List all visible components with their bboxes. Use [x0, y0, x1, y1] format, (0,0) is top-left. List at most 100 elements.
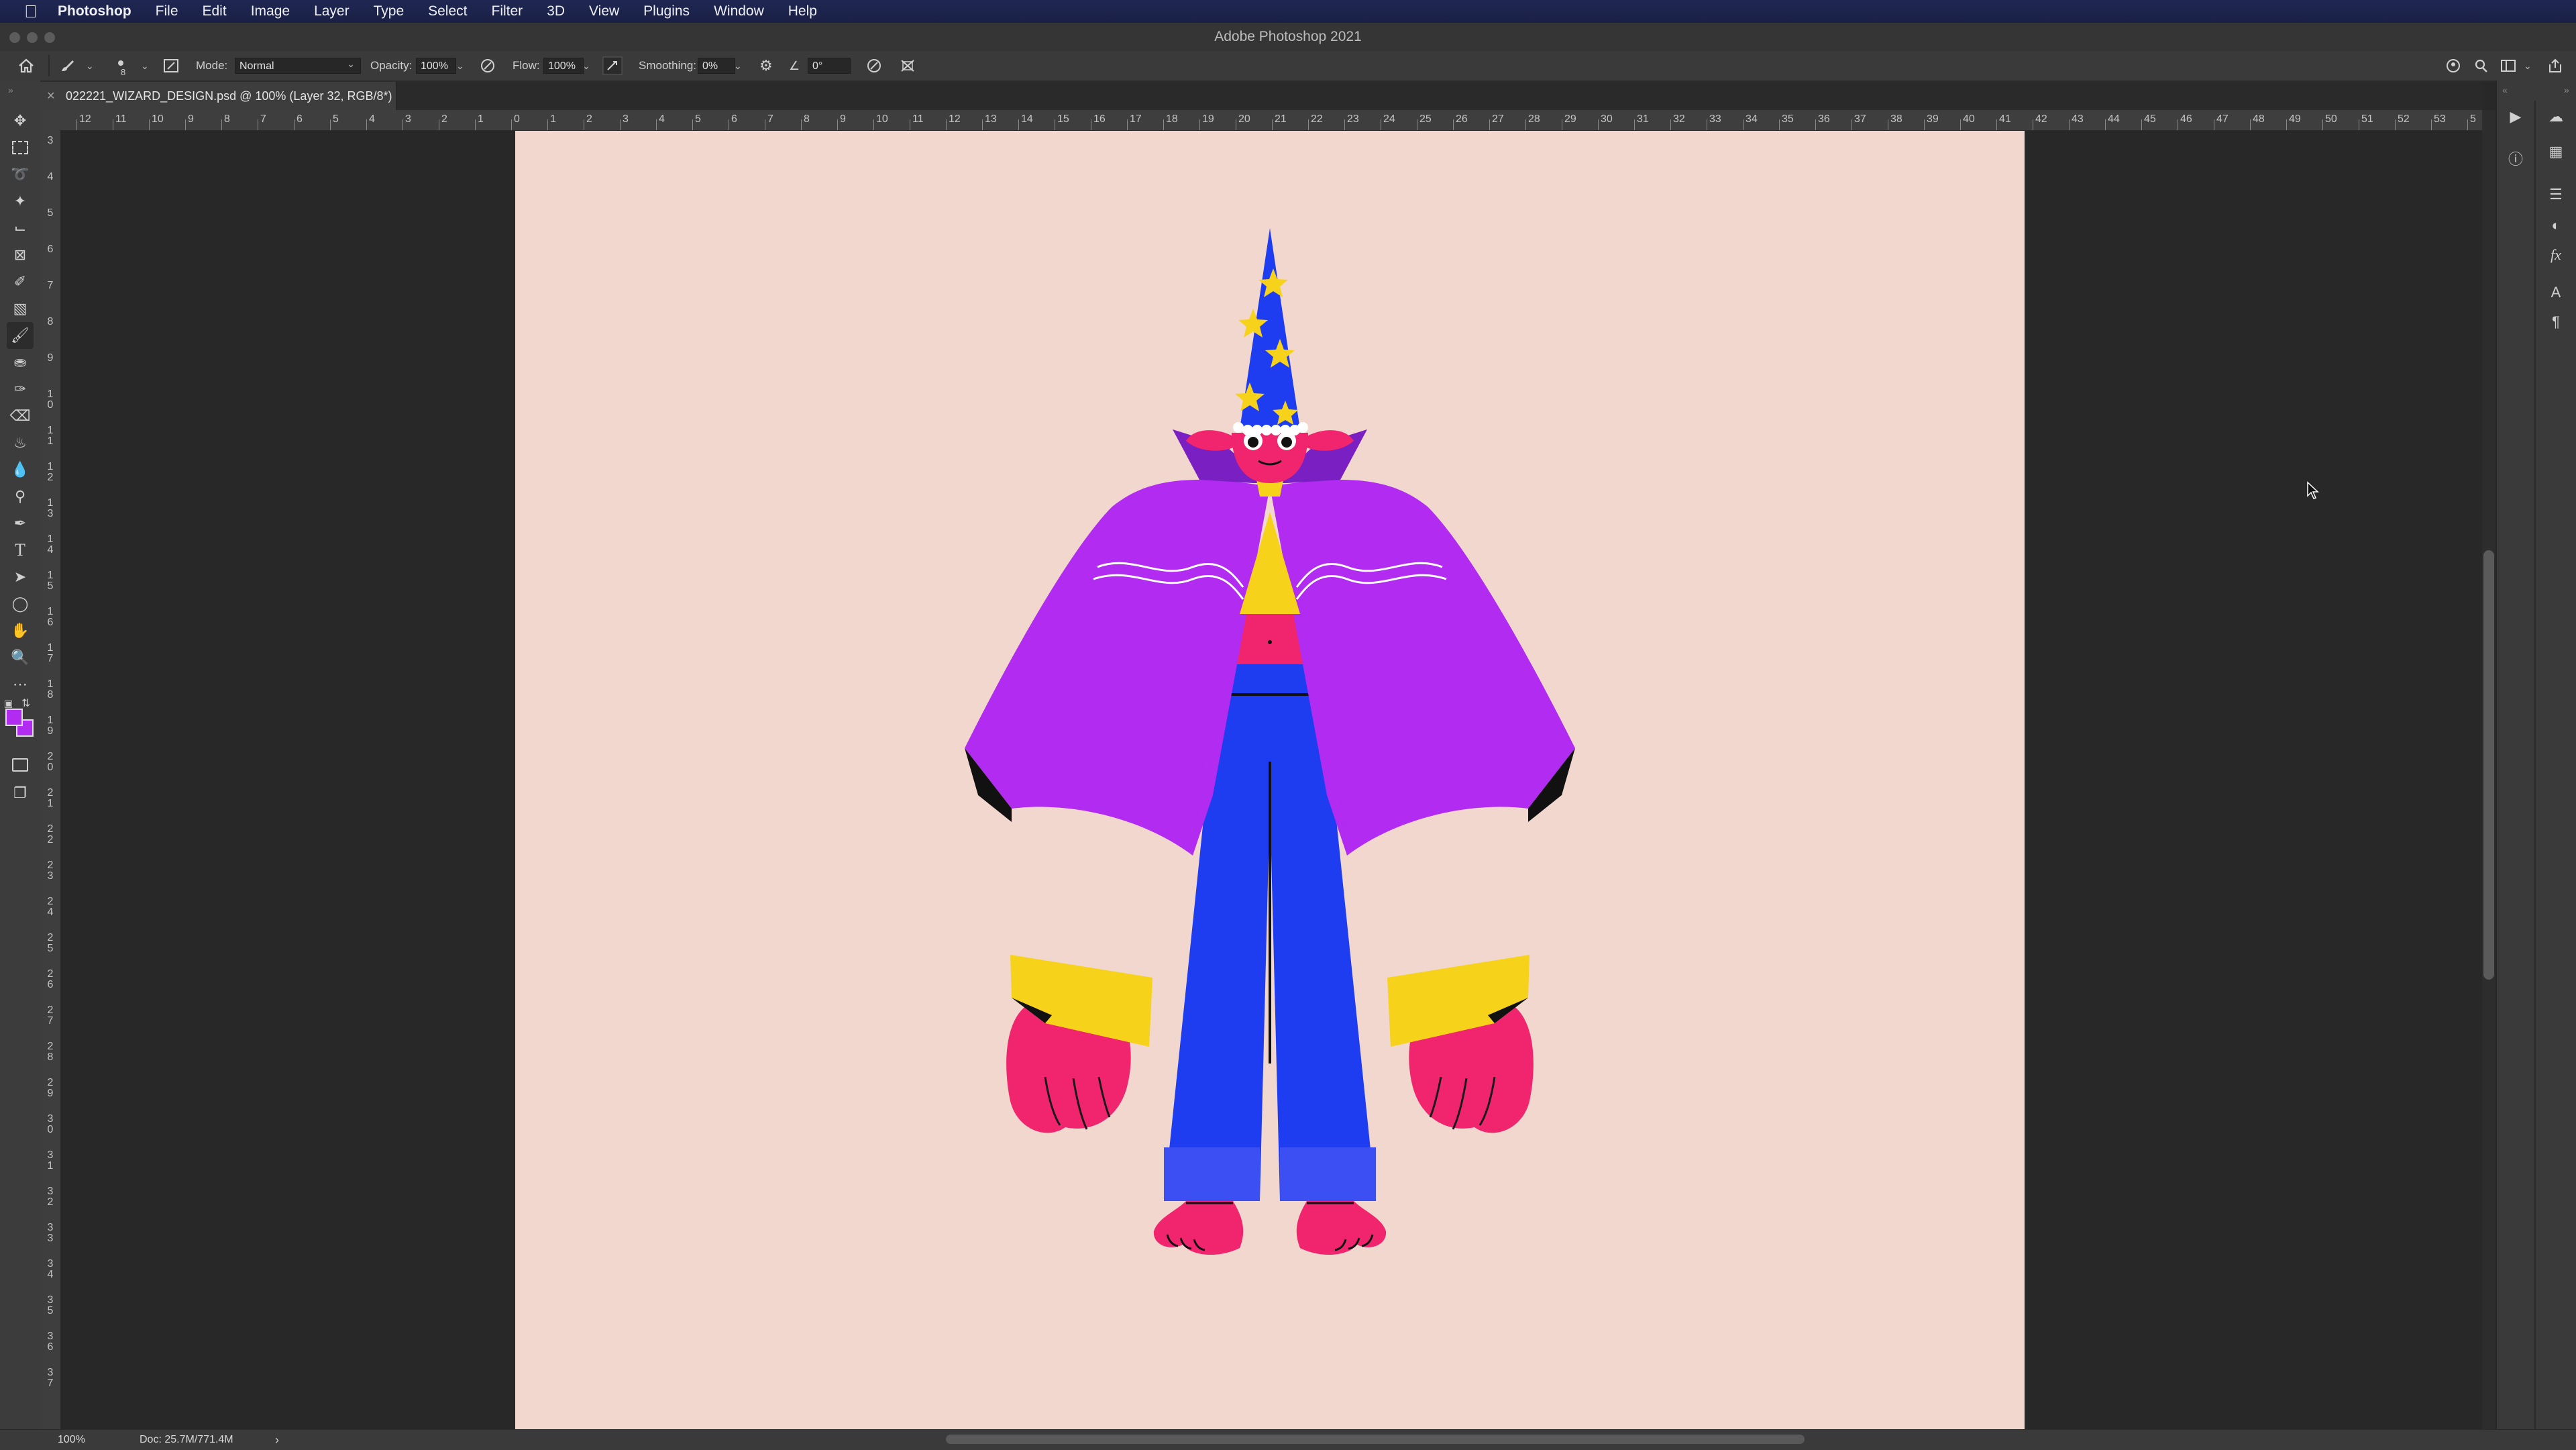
opacity-input[interactable]: 100%	[416, 58, 456, 74]
crop-icon[interactable]: ⌙	[7, 215, 34, 242]
apple-icon[interactable]: 	[17, 0, 44, 23]
move-icon[interactable]: ✥	[7, 107, 34, 134]
menu-edit[interactable]: Edit	[203, 3, 227, 19]
mode-select[interactable]: Normal ⌄	[235, 58, 361, 74]
brush-preset-icon[interactable]	[59, 58, 76, 74]
character-icon[interactable]: A	[2542, 279, 2569, 306]
info-icon[interactable]: ⓘ	[2502, 145, 2529, 172]
search-icon[interactable]	[2473, 58, 2490, 74]
gear-icon[interactable]: ⚙	[759, 51, 773, 81]
foreground-color-swatch[interactable]	[5, 709, 23, 726]
pressure-size-icon[interactable]	[865, 58, 883, 74]
magic-wand-icon[interactable]: ✦	[7, 188, 34, 215]
collapse-panel-icon[interactable]: »	[8, 85, 13, 95]
history-brush-icon[interactable]: ✑	[7, 376, 34, 403]
minimize-window-button[interactable]	[27, 32, 38, 43]
ruler-label: 18	[1166, 113, 1178, 125]
workspace-icon[interactable]	[2500, 58, 2517, 74]
chevron-down-icon[interactable]: ⌄	[734, 51, 742, 81]
flow-input[interactable]: 100%	[543, 58, 584, 74]
menu-3d[interactable]: 3D	[547, 3, 565, 19]
zoom-window-button[interactable]	[44, 32, 55, 43]
horizontal-ruler[interactable]: 12 11 10 9 8 7 6 5 4 3 2 1 0 1 2 3 4 5 6 7 8 9 10 11 12 13 14 15 16 1…	[40, 110, 2482, 131]
menu-window[interactable]: Window	[714, 3, 764, 19]
hand-icon[interactable]: ✋	[7, 617, 34, 644]
ruler-tick	[402, 119, 403, 130]
document-canvas[interactable]	[515, 131, 2025, 1429]
menu-photoshop[interactable]: Photoshop	[58, 3, 131, 19]
chevron-down-icon[interactable]: ⌄	[582, 51, 590, 81]
frame-icon[interactable]: ⊠	[7, 242, 34, 268]
symmetry-icon[interactable]	[899, 58, 916, 74]
ruler-label: 3 5	[47, 1294, 54, 1316]
zoom-icon[interactable]: 🔍	[7, 644, 34, 671]
document-tab[interactable]: × 022221_WIZARD_DESIGN.psd @ 100% (Layer…	[40, 82, 396, 110]
status-menu-arrow-icon[interactable]: ›	[275, 1430, 279, 1450]
ruler-tick	[837, 119, 838, 130]
dodge-icon[interactable]: ⚲	[7, 483, 34, 510]
chevron-down-icon[interactable]: ⌄	[2524, 51, 2532, 81]
brush-settings-panel-icon[interactable]	[162, 58, 180, 74]
properties-icon[interactable]: ☰	[2542, 181, 2569, 208]
ruler-label: 1 7	[47, 642, 54, 664]
chevron-down-icon[interactable]: ⌄	[456, 51, 464, 81]
screen-mode-icon[interactable]: ❐	[7, 780, 34, 807]
share-user-icon[interactable]	[2445, 58, 2462, 74]
menu-plugins[interactable]: Plugins	[643, 3, 690, 19]
play-actions-icon[interactable]: ▶	[2502, 103, 2529, 130]
home-icon[interactable]	[17, 58, 35, 74]
libraries-icon[interactable]: ▦	[2542, 138, 2569, 165]
share-icon[interactable]	[2546, 58, 2564, 74]
eraser-icon[interactable]: ⌫	[7, 403, 34, 429]
ruler-tick	[2395, 119, 2396, 130]
horizontal-scroll-thumb[interactable]	[946, 1435, 1805, 1444]
blur-icon[interactable]: 💧	[7, 456, 34, 483]
smoothing-input[interactable]: 0%	[698, 58, 735, 74]
marquee-icon[interactable]	[7, 134, 34, 161]
chevron-down-icon[interactable]: ⌄	[86, 51, 94, 81]
default-colors-icon[interactable]: ▣	[4, 698, 13, 709]
menu-layer[interactable]: Layer	[314, 3, 350, 19]
ellipse-icon[interactable]: ◯	[7, 590, 34, 617]
ruler-label: 26	[1456, 113, 1468, 125]
cloud-documents-icon[interactable]: ☁	[2542, 103, 2569, 130]
lasso-icon[interactable]: ➰	[7, 161, 34, 188]
healing-brush-icon[interactable]: ▧	[7, 295, 34, 322]
styles-fx-icon[interactable]: fx	[2542, 242, 2569, 268]
pen-icon[interactable]: ✒	[7, 510, 34, 537]
quick-mask-icon[interactable]	[7, 752, 34, 778]
ruler-label: 23	[1347, 113, 1359, 125]
paragraph-icon[interactable]: ¶	[2542, 309, 2569, 335]
menu-filter[interactable]: Filter	[492, 3, 523, 19]
swap-colors-icon[interactable]: ⇅	[21, 696, 30, 710]
vertical-scroll-thumb[interactable]	[2483, 550, 2494, 980]
ruler-tick	[1996, 119, 1997, 130]
more-tools-icon[interactable]: ⋯	[7, 671, 34, 698]
adjustments-icon[interactable]: ◐	[2542, 212, 2569, 239]
ruler-label: 22	[1311, 113, 1323, 125]
chevron-down-icon[interactable]: ⌄	[141, 51, 149, 81]
clone-stamp-icon[interactable]: ⛂	[7, 349, 34, 376]
menu-image[interactable]: Image	[251, 3, 290, 19]
paint-bucket-icon[interactable]: ♨	[7, 429, 34, 456]
collapse-panel-icon[interactable]: «	[2502, 85, 2508, 95]
menu-view[interactable]: View	[589, 3, 619, 19]
zoom-level[interactable]: 100%	[58, 1430, 85, 1450]
close-tab-icon[interactable]: ×	[47, 82, 55, 110]
type-icon[interactable]: T	[7, 537, 34, 564]
vertical-ruler[interactable]: 3 4 5 6 7 8 9 1 0 1 1 1 2 1 3 1 4 1 5 1 6 1 7 1 8 1 9 2 0…	[40, 130, 61, 1429]
ruler-tick	[1127, 119, 1128, 130]
menu-help[interactable]: Help	[788, 3, 817, 19]
menu-file[interactable]: File	[156, 3, 178, 19]
path-selection-icon[interactable]: ➤	[7, 564, 34, 590]
menu-type[interactable]: Type	[374, 3, 405, 19]
collapse-panel-icon[interactable]: »	[2564, 85, 2569, 95]
menu-select[interactable]: Select	[428, 3, 467, 19]
pressure-opacity-icon[interactable]	[479, 58, 496, 74]
brush-angle-input[interactable]: 0°	[808, 58, 851, 74]
brush-icon[interactable]: 🖌	[7, 322, 34, 349]
close-window-button[interactable]	[9, 32, 20, 43]
airbrush-icon[interactable]	[602, 56, 623, 75]
eyedropper-icon[interactable]: ✐	[7, 268, 34, 295]
ruler-tick	[2141, 119, 2142, 130]
